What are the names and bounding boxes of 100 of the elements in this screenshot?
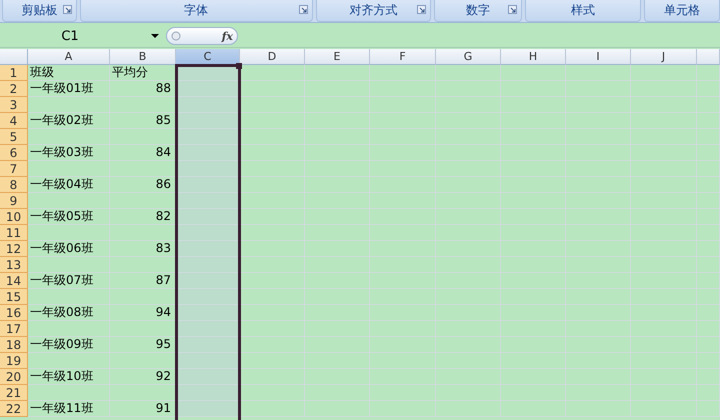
- table-cell: [631, 65, 697, 81]
- table-cell: [501, 305, 566, 321]
- table-cell: [566, 65, 631, 81]
- column-header[interactable]: C: [176, 49, 240, 65]
- table-cell: [240, 257, 305, 273]
- row-header[interactable]: 11: [0, 225, 28, 241]
- column-header[interactable]: A: [28, 49, 110, 65]
- table-cell: 91: [110, 401, 176, 417]
- table-cell: [566, 225, 631, 241]
- ribbon-group-label[interactable]: 样式: [524, 0, 642, 22]
- table-cell: [436, 145, 501, 161]
- row-header[interactable]: 2: [0, 81, 28, 97]
- insert-function-button[interactable]: fx: [166, 27, 238, 45]
- row-header[interactable]: 12: [0, 241, 28, 257]
- table-cell: [176, 401, 240, 417]
- row-header[interactable]: 15: [0, 289, 28, 305]
- table-cell: [370, 273, 436, 289]
- row-header[interactable]: 19: [0, 353, 28, 369]
- row-header[interactable]: 17: [0, 321, 28, 337]
- ribbon-group-label[interactable]: 对齐方式: [316, 0, 432, 22]
- table-cell: [176, 113, 240, 129]
- table-cell: [176, 369, 240, 385]
- table-cell: [697, 337, 720, 353]
- table-cell: [240, 113, 305, 129]
- row-header[interactable]: 14: [0, 273, 28, 289]
- column-header[interactable]: J: [631, 49, 697, 65]
- table-cell: [370, 97, 436, 113]
- row-header[interactable]: 8: [0, 177, 28, 193]
- row-header[interactable]: 22: [0, 401, 28, 417]
- ribbon-group-label[interactable]: 单元格: [644, 0, 720, 22]
- table-cell: [305, 257, 370, 273]
- table-cell: [697, 209, 720, 225]
- row-header[interactable]: 21: [0, 385, 28, 401]
- row-header[interactable]: 16: [0, 305, 28, 321]
- column-header[interactable]: H: [501, 49, 566, 65]
- table-cell: [370, 161, 436, 177]
- ribbon-group-label[interactable]: 数字: [434, 0, 522, 22]
- table-cell: [436, 385, 501, 401]
- table-cell: [240, 305, 305, 321]
- column-header[interactable]: D: [240, 49, 305, 65]
- table-cell: [501, 337, 566, 353]
- name-box[interactable]: C1: [0, 28, 150, 44]
- table-cell: [697, 177, 720, 193]
- row-header[interactable]: 3: [0, 97, 28, 113]
- ribbon-group-label[interactable]: 剪贴板: [2, 0, 77, 22]
- dialog-launcher-icon[interactable]: [417, 5, 426, 14]
- column-header[interactable]: G: [436, 49, 501, 65]
- table-cell: [240, 289, 305, 305]
- table-cell: [566, 177, 631, 193]
- table-cell: [436, 129, 501, 145]
- row-header[interactable]: 10: [0, 209, 28, 225]
- table-cell: 一年级09班: [28, 337, 110, 353]
- table-cell: [305, 289, 370, 305]
- row-header[interactable]: 1: [0, 65, 28, 81]
- table-cell: [240, 209, 305, 225]
- dropdown-caret-icon[interactable]: [150, 33, 160, 39]
- column-header[interactable]: B: [110, 49, 176, 65]
- table-cell: [305, 129, 370, 145]
- row-header[interactable]: 5: [0, 129, 28, 145]
- table-cell: [370, 401, 436, 417]
- row-header[interactable]: 7: [0, 161, 28, 177]
- table-cell: [566, 209, 631, 225]
- row-header[interactable]: 4: [0, 113, 28, 129]
- column-header[interactable]: I: [566, 49, 631, 65]
- table-cell: [176, 289, 240, 305]
- table-cell: [697, 289, 720, 305]
- table-cell: [176, 337, 240, 353]
- table-cell: [240, 193, 305, 209]
- table-cell: [697, 65, 720, 81]
- fill-handle[interactable]: [236, 63, 242, 69]
- table-cell: 82: [110, 209, 176, 225]
- row-header[interactable]: 9: [0, 193, 28, 209]
- table-cell: [240, 337, 305, 353]
- table-cell: [370, 129, 436, 145]
- dialog-launcher-icon[interactable]: [62, 5, 72, 14]
- table-cell: [697, 321, 720, 337]
- table-cell: [436, 289, 501, 305]
- table-cell: [240, 161, 305, 177]
- table-cell: [631, 353, 697, 369]
- table-cell: [436, 225, 501, 241]
- column-header[interactable]: F: [370, 49, 436, 65]
- row-header[interactable]: 18: [0, 337, 28, 353]
- row-header[interactable]: 13: [0, 257, 28, 273]
- table-cell: [370, 65, 436, 81]
- table-cell: [566, 97, 631, 113]
- row-header[interactable]: 6: [0, 145, 28, 161]
- table-cell: [697, 273, 720, 289]
- table-cell: [501, 321, 566, 337]
- row-header[interactable]: 20: [0, 369, 28, 385]
- table-cell: [501, 241, 566, 257]
- table-cell: [240, 369, 305, 385]
- table-cell: [631, 129, 697, 145]
- table-cell: [176, 257, 240, 273]
- column-header[interactable]: E: [305, 49, 370, 65]
- dialog-launcher-icon[interactable]: [298, 5, 308, 14]
- ribbon-group-label[interactable]: 字体: [80, 0, 313, 22]
- table-cell: [240, 385, 305, 401]
- table-cell: [566, 161, 631, 177]
- table-cell: [501, 177, 566, 193]
- dialog-launcher-icon[interactable]: [508, 5, 517, 14]
